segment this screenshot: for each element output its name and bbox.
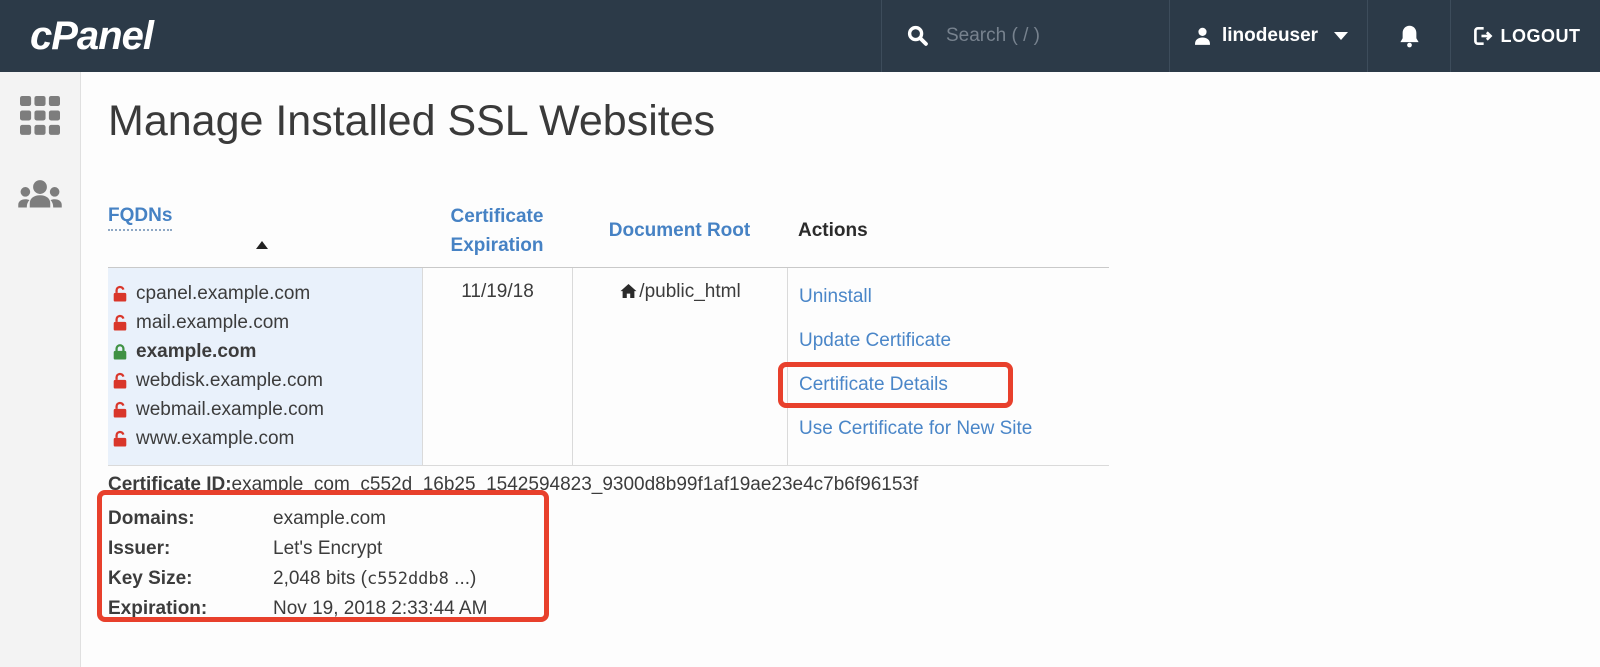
action-update-certificate-link[interactable]: Update Certificate <box>799 319 1109 363</box>
fqdns-header-label[interactable]: FQDNs <box>108 205 172 231</box>
column-header-document-root[interactable]: Document Root <box>572 220 787 242</box>
column-header-actions: Actions <box>787 220 1109 242</box>
actions-cell: Uninstall Update Certificate Certificate… <box>787 268 1109 465</box>
unlock-icon <box>111 314 129 332</box>
lock-icon <box>111 343 129 361</box>
unlock-icon <box>111 372 129 390</box>
action-certificate-details-link[interactable]: Certificate Details <box>799 363 1109 407</box>
sort-ascending-icon <box>256 241 268 249</box>
fqdn-domain: cpanel.example.com <box>136 283 310 305</box>
bell-icon <box>1396 23 1423 50</box>
fqdn-domain: example.com <box>136 341 256 363</box>
user-menu[interactable]: linodeuser <box>1169 0 1367 72</box>
detail-row-expiration: Expiration: Nov 19, 2018 2:33:44 AM <box>108 594 1600 624</box>
logout-label: LOGOUT <box>1501 26 1581 47</box>
certificate-id-value: example_com_c552d_16b25_1542594823_9300d… <box>232 474 919 495</box>
page-title: Manage Installed SSL Websites <box>108 96 1600 146</box>
key-fingerprint: c552ddb8 <box>367 569 449 589</box>
cpanel-page: cPanel linodeuser LOGOUT <box>0 0 1600 667</box>
certificate-id-row: Certificate ID:example_com_c552d_16b25_1… <box>108 473 1600 497</box>
column-header-certificate-expiration[interactable]: Certificate Expiration <box>422 202 572 260</box>
fqdn-item: www.example.com <box>111 424 422 453</box>
chevron-down-icon <box>1334 32 1348 40</box>
domains-label: Domains: <box>108 504 273 534</box>
sidebar-home-button[interactable] <box>20 96 60 136</box>
table-row: cpanel.example.com mail.example.com exam… <box>108 268 1109 466</box>
search-icon <box>906 24 930 48</box>
user-icon <box>1192 26 1213 47</box>
detail-row-domains: Domains: example.com <box>108 504 1600 534</box>
username: linodeuser <box>1222 25 1318 47</box>
topbar: cPanel linodeuser LOGOUT <box>0 0 1600 72</box>
key-size-value: 2,048 bits (c552ddb8 ...) <box>273 564 476 594</box>
fqdn-item: example.com <box>111 337 422 366</box>
fqdn-domain: mail.example.com <box>136 312 289 334</box>
home-icon <box>619 282 638 301</box>
document-root-cell: /public_html <box>572 268 787 465</box>
sidebar <box>0 72 81 667</box>
unlock-icon <box>111 401 129 419</box>
detail-row-key-size: Key Size: 2,048 bits (c552ddb8 ...) <box>108 564 1600 594</box>
column-header-fqdns[interactable]: FQDNs <box>108 195 422 227</box>
logout-icon <box>1471 25 1493 47</box>
main-content: Manage Installed SSL Websites FQDNs Cert… <box>81 72 1600 667</box>
action-uninstall-link[interactable]: Uninstall <box>799 275 1109 319</box>
fqdn-domain: webdisk.example.com <box>136 370 323 392</box>
expiration-value: Nov 19, 2018 2:33:44 AM <box>273 594 487 624</box>
fqdns-cell: cpanel.example.com mail.example.com exam… <box>108 268 422 465</box>
fqdn-item: webdisk.example.com <box>111 366 422 395</box>
key-size-label: Key Size: <box>108 564 273 594</box>
cpanel-logo[interactable]: cPanel <box>30 14 153 59</box>
certificate-summary: Domains: example.com Issuer: Let's Encry… <box>108 504 1600 624</box>
fqdn-item: webmail.example.com <box>111 395 422 424</box>
action-use-certificate-link[interactable]: Use Certificate for New Site <box>799 407 1109 451</box>
fqdn-domain: webmail.example.com <box>136 399 324 421</box>
grid-icon <box>20 96 60 136</box>
table-header-row: FQDNs Certificate Expiration Document Ro… <box>108 195 1109 268</box>
expiration-label: Expiration: <box>108 594 273 624</box>
certificate-id-label: Certificate ID: <box>108 474 232 495</box>
search-section <box>881 0 1169 72</box>
ssl-websites-table: FQDNs Certificate Expiration Document Ro… <box>108 195 1109 466</box>
unlock-icon <box>111 285 129 303</box>
fqdn-item: cpanel.example.com <box>111 279 422 308</box>
detail-row-issuer: Issuer: Let's Encrypt <box>108 534 1600 564</box>
search-input[interactable] <box>946 25 1136 47</box>
sidebar-user-manager-button[interactable] <box>17 178 63 212</box>
issuer-value: Let's Encrypt <box>273 534 382 564</box>
domains-value: example.com <box>273 504 386 534</box>
group-icon <box>17 178 63 212</box>
fqdn-item: mail.example.com <box>111 308 422 337</box>
notifications-button[interactable] <box>1367 0 1450 72</box>
unlock-icon <box>111 430 129 448</box>
logout-button[interactable]: LOGOUT <box>1450 0 1600 72</box>
certificate-expiration-value: 11/19/18 <box>422 268 572 465</box>
document-root-value: /public_html <box>639 281 740 303</box>
issuer-label: Issuer: <box>108 534 273 564</box>
fqdn-domain: www.example.com <box>136 428 294 450</box>
